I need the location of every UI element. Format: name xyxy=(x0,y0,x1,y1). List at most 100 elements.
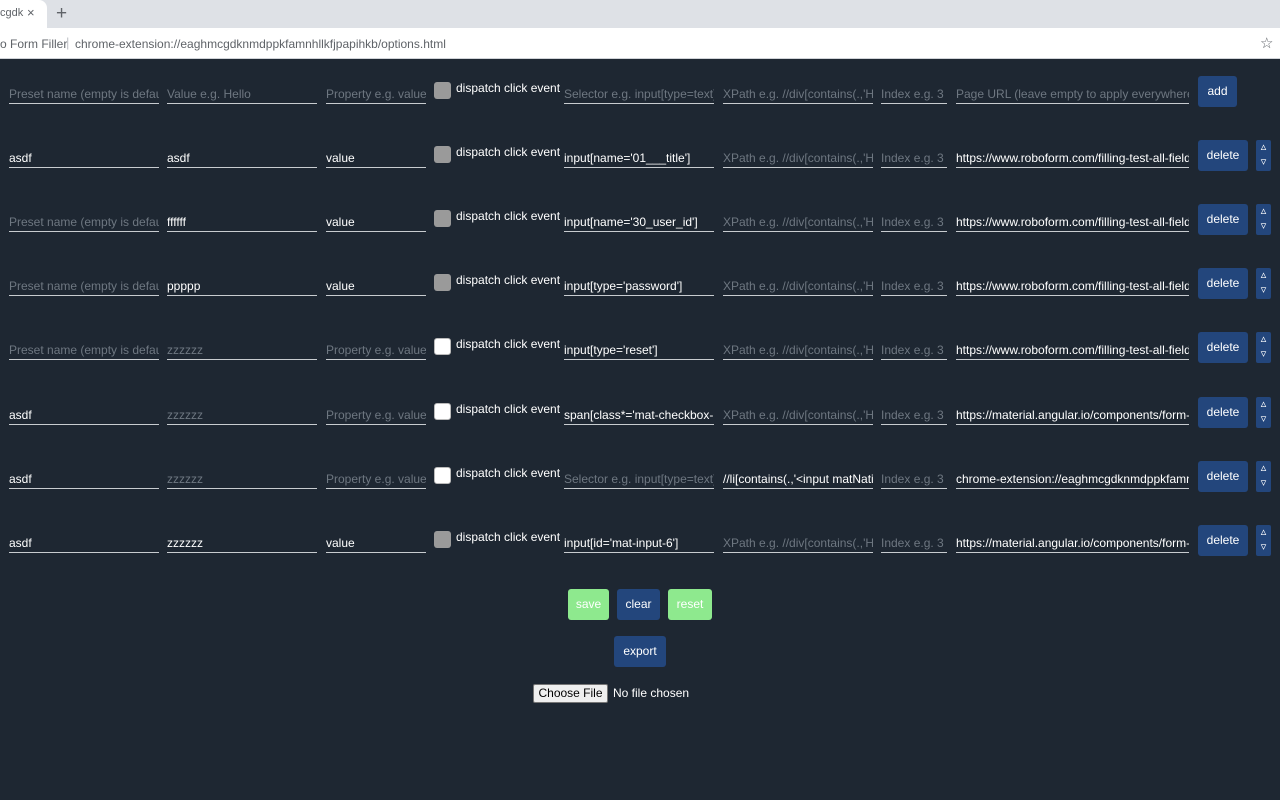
save-button[interactable]: save xyxy=(568,589,609,620)
page-url-input[interactable] xyxy=(956,531,1189,553)
xpath-input[interactable] xyxy=(723,210,873,232)
preset-name-input[interactable] xyxy=(9,146,159,168)
page-url-input[interactable] xyxy=(956,274,1189,296)
property-input[interactable] xyxy=(326,274,426,296)
index-input[interactable] xyxy=(881,146,947,168)
browser-tab[interactable]: cgdk × xyxy=(0,0,47,28)
delete-button[interactable]: delete xyxy=(1198,268,1248,299)
dispatch-click-checkbox[interactable] xyxy=(434,146,451,163)
page-url-input[interactable] xyxy=(956,82,1189,104)
move-up-icon[interactable]: ▵ xyxy=(1256,140,1271,155)
dispatch-click-label: dispatch click event xyxy=(456,402,561,416)
value-input[interactable] xyxy=(167,210,317,232)
reset-button[interactable]: reset xyxy=(668,589,712,620)
index-input[interactable] xyxy=(881,82,947,104)
move-down-icon[interactable]: ▿ xyxy=(1256,219,1271,234)
move-down-icon[interactable]: ▿ xyxy=(1256,476,1271,491)
preset-name-input[interactable] xyxy=(9,531,159,553)
property-input[interactable] xyxy=(326,210,426,232)
page-url-input[interactable] xyxy=(956,338,1189,360)
address-bar[interactable]: o Form Filler | chrome-extension://eaghm… xyxy=(0,28,1280,59)
value-input[interactable] xyxy=(167,82,317,104)
xpath-input[interactable] xyxy=(723,82,873,104)
page-url-input[interactable] xyxy=(956,210,1189,232)
xpath-input[interactable] xyxy=(723,146,873,168)
page-url-input[interactable] xyxy=(956,403,1189,425)
dispatch-click-checkbox[interactable] xyxy=(434,210,451,227)
dispatch-click-label: dispatch click event xyxy=(456,337,561,351)
move-down-icon[interactable]: ▿ xyxy=(1256,283,1271,298)
bookmark-star-icon[interactable]: ☆ xyxy=(1260,34,1273,52)
value-input[interactable] xyxy=(167,531,317,553)
delete-button[interactable]: delete xyxy=(1198,140,1248,171)
dispatch-click-checkbox[interactable] xyxy=(434,82,451,99)
export-button[interactable]: export xyxy=(614,636,666,667)
move-down-icon[interactable]: ▿ xyxy=(1256,412,1271,427)
move-up-icon[interactable]: ▵ xyxy=(1256,204,1271,219)
preset-name-input[interactable] xyxy=(9,210,159,232)
new-tab-icon[interactable]: + xyxy=(56,3,67,25)
index-input[interactable] xyxy=(881,403,947,425)
delete-button[interactable]: delete xyxy=(1198,397,1248,428)
value-input[interactable] xyxy=(167,338,317,360)
property-input[interactable] xyxy=(326,146,426,168)
index-input[interactable] xyxy=(881,274,947,296)
xpath-input[interactable] xyxy=(723,531,873,553)
dispatch-click-checkbox[interactable] xyxy=(434,467,451,484)
selector-input[interactable] xyxy=(564,531,714,553)
preset-name-input[interactable] xyxy=(9,338,159,360)
delete-button[interactable]: delete xyxy=(1198,461,1248,492)
index-input[interactable] xyxy=(881,467,947,489)
move-up-icon[interactable]: ▵ xyxy=(1256,525,1271,540)
value-input[interactable] xyxy=(167,274,317,296)
xpath-input[interactable] xyxy=(723,403,873,425)
property-input[interactable] xyxy=(326,403,426,425)
index-input[interactable] xyxy=(881,338,947,360)
dispatch-click-checkbox[interactable] xyxy=(434,403,451,420)
address-url[interactable]: chrome-extension://eaghmcgdknmdppkfamnhl… xyxy=(75,37,446,51)
clear-button[interactable]: clear xyxy=(617,589,660,620)
xpath-input[interactable] xyxy=(723,274,873,296)
selector-input[interactable] xyxy=(564,210,714,232)
selector-input[interactable] xyxy=(564,146,714,168)
dispatch-click-checkbox[interactable] xyxy=(434,338,451,355)
property-input[interactable] xyxy=(326,531,426,553)
move-down-icon[interactable]: ▿ xyxy=(1256,155,1271,170)
move-down-icon[interactable]: ▿ xyxy=(1256,347,1271,362)
preset-name-input[interactable] xyxy=(9,274,159,296)
move-up-icon[interactable]: ▵ xyxy=(1256,332,1271,347)
move-up-icon[interactable]: ▵ xyxy=(1256,268,1271,283)
preset-name-input[interactable] xyxy=(9,467,159,489)
selector-input[interactable] xyxy=(564,338,714,360)
move-up-icon[interactable]: ▵ xyxy=(1256,461,1271,476)
dispatch-click-checkbox[interactable] xyxy=(434,274,451,291)
selector-input[interactable] xyxy=(564,467,714,489)
property-input[interactable] xyxy=(326,82,426,104)
value-input[interactable] xyxy=(167,467,317,489)
selector-input[interactable] xyxy=(564,82,714,104)
delete-button[interactable]: delete xyxy=(1198,525,1248,556)
move-up-icon[interactable]: ▵ xyxy=(1256,397,1271,412)
close-icon[interactable]: × xyxy=(27,5,35,21)
selector-input[interactable] xyxy=(564,274,714,296)
index-input[interactable] xyxy=(881,531,947,553)
page-url-input[interactable] xyxy=(956,146,1189,168)
selector-input[interactable] xyxy=(564,403,714,425)
reorder-arrows: ▵ ▿ xyxy=(1256,268,1271,299)
delete-button[interactable]: delete xyxy=(1198,332,1248,363)
property-input[interactable] xyxy=(326,338,426,360)
value-input[interactable] xyxy=(167,403,317,425)
xpath-input[interactable] xyxy=(723,338,873,360)
xpath-input[interactable] xyxy=(723,467,873,489)
page-url-input[interactable] xyxy=(956,467,1189,489)
index-input[interactable] xyxy=(881,210,947,232)
add-button[interactable]: add xyxy=(1198,76,1237,107)
delete-button[interactable]: delete xyxy=(1198,204,1248,235)
dispatch-click-checkbox[interactable] xyxy=(434,531,451,548)
choose-file-button[interactable]: Choose File xyxy=(533,684,608,703)
property-input[interactable] xyxy=(326,467,426,489)
preset-name-input[interactable] xyxy=(9,82,159,104)
preset-name-input[interactable] xyxy=(9,403,159,425)
move-down-icon[interactable]: ▿ xyxy=(1256,540,1271,555)
value-input[interactable] xyxy=(167,146,317,168)
